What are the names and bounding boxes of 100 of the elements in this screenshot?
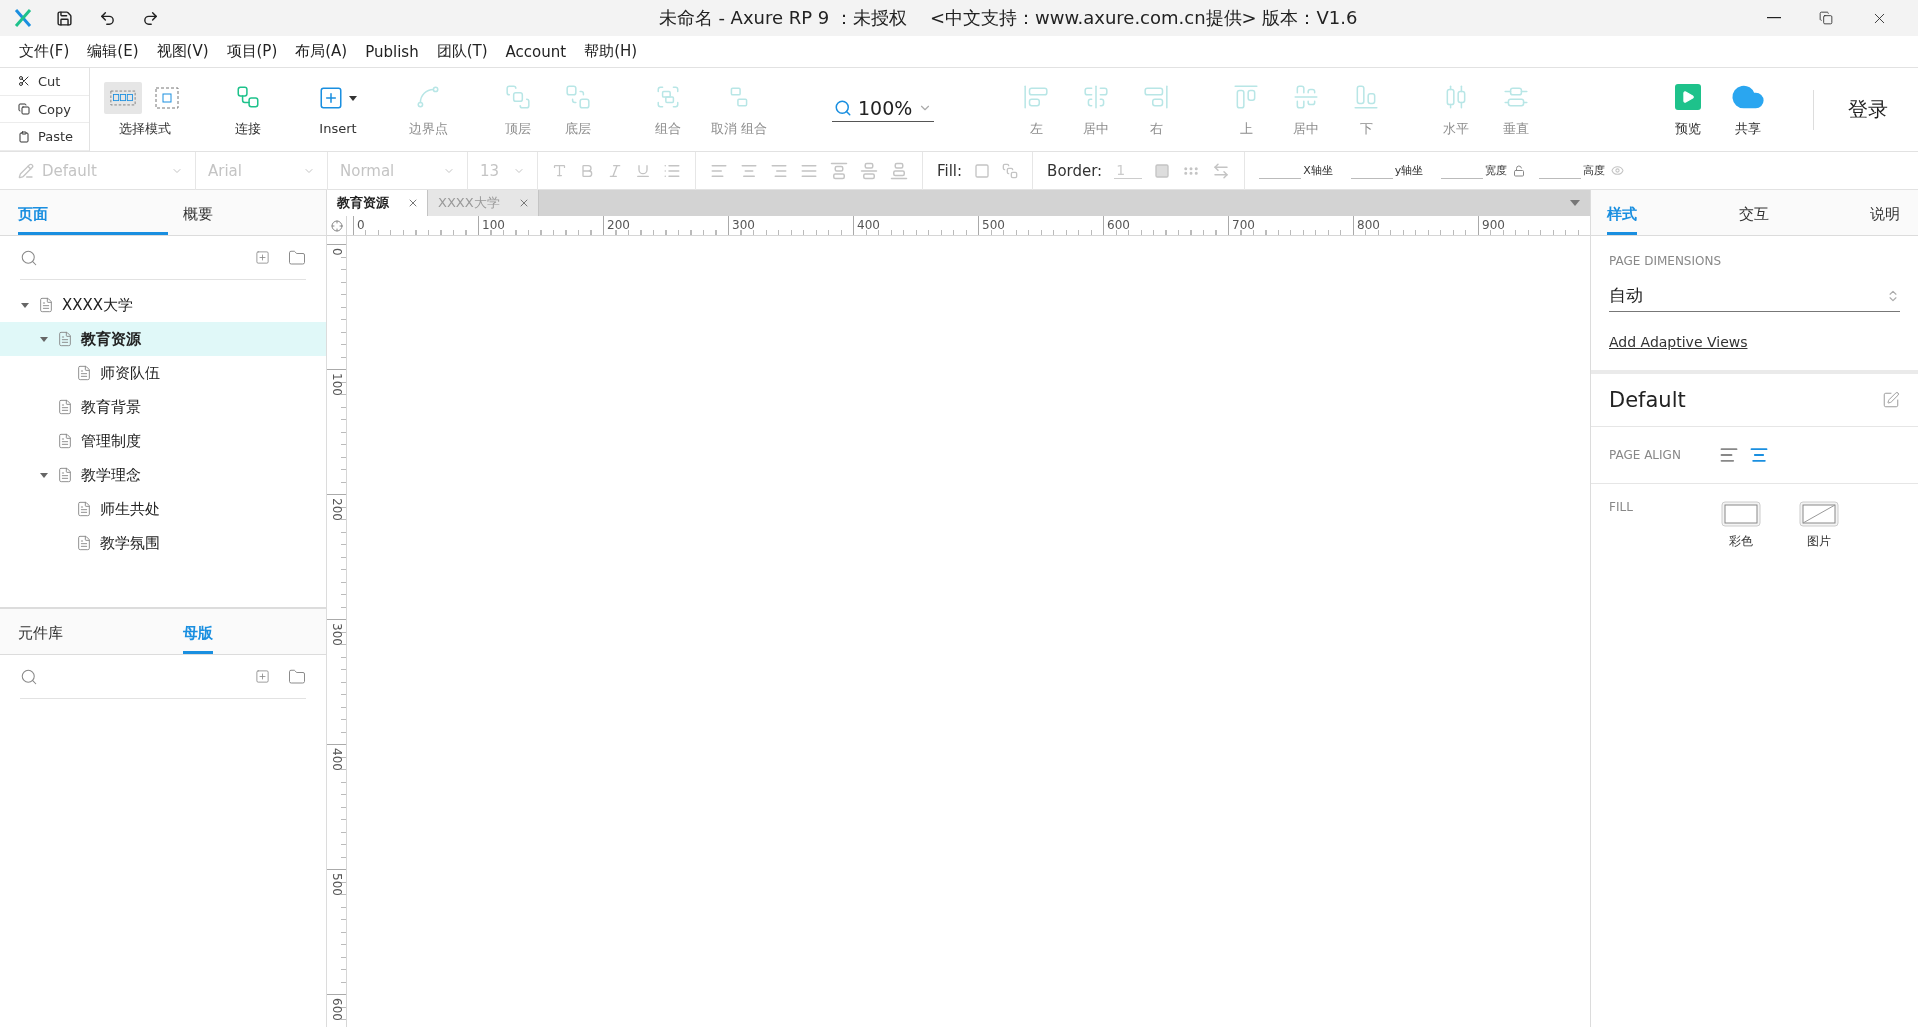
folder-icon[interactable] — [288, 248, 306, 267]
add-page-icon[interactable] — [255, 250, 270, 265]
section-label: PAGE DIMENSIONS — [1609, 254, 1723, 268]
geometry-label: 宽度 — [1485, 163, 1508, 178]
page-tree-item[interactable]: 教学理念 — [0, 458, 326, 492]
page-tree-item[interactable]: XXXX大学 — [0, 288, 326, 322]
crosshair-icon — [330, 219, 343, 232]
fill-label: Fill: — [937, 161, 963, 180]
ruler-label: 0 — [327, 244, 346, 369]
align-top-icon — [1233, 83, 1260, 110]
align-left-icon — [1719, 445, 1739, 465]
boundary-point-icon — [415, 83, 441, 110]
ruler-label: 600 — [1103, 216, 1228, 235]
redo-icon — [142, 9, 159, 27]
page-tree-item[interactable]: 教育资源 — [0, 322, 326, 356]
ruler-label: 300 — [327, 619, 346, 744]
panel-tab[interactable]: 交互 — [1738, 190, 1769, 235]
align-bottom-icon — [1353, 83, 1380, 110]
ruler-label: 0 — [353, 216, 478, 235]
page-tree-item[interactable]: 教学氛围 — [0, 526, 326, 560]
page-icon — [57, 331, 73, 347]
save-icon — [56, 9, 73, 27]
ruler-label: 500 — [327, 869, 346, 994]
adaptive-views-link[interactable]: Add Adaptive Views — [1609, 334, 1748, 350]
section-label: PAGE ALIGN — [1609, 448, 1682, 462]
page-dimensions-select[interactable]: 自动 — [1609, 284, 1900, 312]
document-tab[interactable]: 教育资源 — [327, 190, 428, 216]
ruler-label: 500 — [978, 216, 1103, 235]
geometry-label: y轴坐 — [1394, 163, 1424, 178]
ruler-label: 100 — [327, 369, 346, 494]
insert-icon — [318, 85, 344, 111]
send-back-icon — [565, 83, 591, 110]
menu-item[interactable]: Publish — [356, 42, 428, 61]
copy-icon — [18, 103, 30, 115]
preview-icon — [1675, 83, 1701, 110]
menu-item[interactable]: 帮助(H) — [575, 42, 647, 61]
ruler-label: 100 — [478, 216, 603, 235]
ruler-label: 800 — [1353, 216, 1478, 235]
page-tree-item[interactable]: 管理制度 — [0, 424, 326, 458]
panel-tab[interactable]: 元件库 — [18, 609, 168, 654]
connector-icon — [235, 83, 261, 110]
panel-tab[interactable]: 概要 — [183, 190, 213, 235]
section-label: FILL — [1609, 500, 1634, 514]
fill-option[interactable]: 彩色 — [1715, 500, 1767, 551]
align-center-icon — [1749, 445, 1769, 465]
toolbar-button[interactable]: 预览 — [1663, 81, 1713, 138]
toolbar-button[interactable]: 共享 — [1723, 81, 1773, 138]
align-middle-icon — [1293, 83, 1320, 110]
login-button[interactable]: 登录 — [1842, 95, 1894, 124]
style-name: Default — [1609, 388, 1687, 412]
scissors-icon — [18, 75, 30, 88]
page-icon — [76, 365, 92, 381]
undo-icon — [99, 9, 116, 27]
color-fill-icon — [1721, 501, 1761, 527]
menu-item[interactable]: 团队(T) — [427, 42, 497, 61]
add-master-icon[interactable] — [255, 669, 270, 684]
page-icon — [57, 467, 73, 483]
page-icon — [38, 297, 54, 313]
window-title: 未命名 - Axure RP 9 ：未授权 <中文支持：www.axure.com.cn提供> 版本：V1.6 — [657, 6, 1359, 30]
search-icon[interactable] — [20, 667, 38, 686]
geometry-label: X轴坐 — [1303, 163, 1333, 178]
menu-item[interactable]: 编辑(E) — [78, 42, 148, 61]
toolbar-button[interactable]: Insert — [310, 83, 366, 136]
ruler-label: 700 — [1228, 216, 1353, 235]
group-icon — [655, 83, 681, 110]
fill-option[interactable]: 图片 — [1793, 500, 1845, 551]
menu-item[interactable]: 文件(F) — [10, 42, 79, 61]
menu-item[interactable]: 视图(V) — [147, 42, 218, 61]
toolbar-button[interactable]: 连接 — [220, 81, 276, 138]
panel-tab[interactable]: 说明 — [1870, 190, 1900, 235]
page-icon — [76, 501, 92, 517]
page-tree-item[interactable]: 师资队伍 — [0, 356, 326, 390]
ruler-label: 400 — [327, 744, 346, 869]
caret-icon — [39, 470, 49, 480]
ruler-label: 300 — [728, 216, 853, 235]
caret-icon — [20, 300, 30, 310]
folder-icon[interactable] — [288, 667, 306, 686]
menu-item[interactable]: Account — [496, 42, 576, 61]
menu-item[interactable]: 项目(P) — [217, 42, 287, 61]
minimize-icon — [1767, 17, 1781, 19]
select-mode-button[interactable] — [104, 81, 142, 114]
search-icon — [834, 99, 852, 117]
menu-item[interactable]: 布局(A) — [286, 42, 357, 61]
select-contain-icon — [155, 86, 179, 109]
caret-icon — [39, 334, 49, 344]
zoom-select[interactable]: 100% — [832, 97, 935, 122]
page-icon — [76, 535, 92, 551]
ruler-label: 200 — [327, 494, 346, 619]
border-label: Border: — [1047, 161, 1103, 180]
close-icon[interactable] — [407, 197, 419, 209]
page-tree-item[interactable]: 教育背景 — [0, 390, 326, 424]
edit-style-icon[interactable] — [1882, 391, 1900, 409]
search-icon[interactable] — [20, 248, 38, 267]
page-icon — [57, 399, 73, 415]
bring-front-icon — [505, 83, 531, 110]
paste-icon — [18, 130, 30, 143]
restore-icon — [1819, 11, 1833, 25]
page-tree-item[interactable]: 师生共处 — [0, 492, 326, 526]
align-center-icon — [1083, 83, 1110, 110]
caret-icon[interactable] — [1570, 199, 1580, 207]
